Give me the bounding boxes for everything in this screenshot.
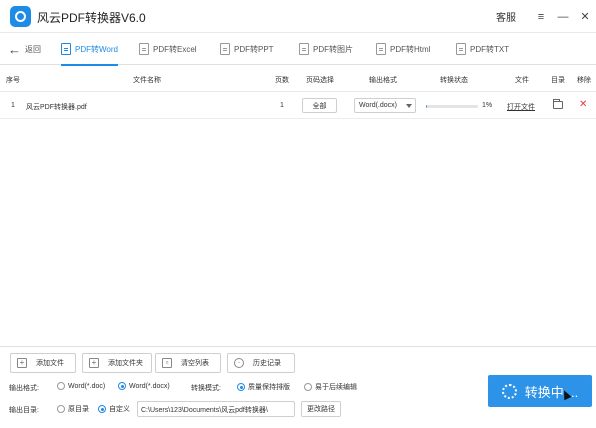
header-index: 序号 [6, 77, 20, 84]
row-index: 1 [11, 102, 15, 109]
row-pages: 1 [280, 102, 284, 109]
title-bar: 风云PDF转换器V6.0 客服 ≡ — ✕ [0, 0, 596, 33]
header-filename: 文件名称 [133, 77, 161, 84]
divider [0, 346, 596, 347]
tab-label: PDF转PPT [234, 44, 274, 54]
folder-icon[interactable] [553, 99, 563, 109]
add-file-label: 添加文件 [36, 360, 64, 367]
radio-circle-selected [98, 405, 106, 413]
header-remove: 移除 [577, 77, 591, 84]
close-window-icon[interactable]: ✕ [574, 0, 596, 33]
header-file: 文件 [515, 77, 529, 84]
mode-edit-label: 易于后续编辑 [315, 384, 357, 391]
table-header: 序号 文件名称 页数 页码选择 输出格式 转换状态 文件 目录 移除 [0, 66, 596, 92]
customer-service-link[interactable]: 客服 [496, 9, 516, 24]
convert-label: 转换中 ... [524, 384, 579, 400]
format-value: Word(.docx) [359, 102, 397, 109]
tab-pdf-to-word[interactable]: PDF转Word [61, 33, 118, 66]
trash-icon: ▫ [162, 358, 172, 368]
tab-pdf-to-ppt[interactable]: PDF转PPT [220, 33, 274, 65]
app-logo-icon [10, 6, 31, 27]
tab-pdf-to-image[interactable]: PDF转图片 [299, 33, 353, 65]
tab-label: PDF转Html [390, 44, 431, 54]
ppt-doc-icon [220, 43, 230, 55]
tab-label: PDF转图片 [313, 44, 353, 54]
dir-custom-radio[interactable]: 自定义 [98, 404, 130, 414]
nav-bar: ← 返回 PDF转Word PDF转Excel PDF转PPT PDF转图片 P… [0, 33, 596, 66]
loading-spinner-icon [501, 383, 517, 399]
radio-circle [57, 405, 65, 413]
format-docx-label: Word(*.docx) [129, 382, 170, 390]
radio-circle-selected [237, 383, 245, 391]
add-file-icon: + [17, 358, 27, 368]
add-folder-label: 添加文件夹 [108, 360, 143, 367]
header-range: 页码选择 [306, 77, 334, 84]
dir-custom-label: 自定义 [109, 406, 130, 413]
output-path-input[interactable]: C:\Users\123\Documents\风云pdf转换器\ [137, 401, 295, 417]
tab-pdf-to-excel[interactable]: PDF转Excel [139, 33, 197, 65]
radio-circle [57, 382, 65, 390]
format-doc-label: Word(*.doc) [68, 382, 106, 390]
open-file-link[interactable]: 打开文件 [507, 102, 535, 112]
clock-icon: · [234, 358, 244, 368]
app-title: 风云PDF转换器V6.0 [37, 11, 146, 25]
row-filename: 风云PDF转换器.pdf [26, 104, 87, 111]
image-doc-icon [299, 43, 309, 55]
excel-doc-icon [139, 43, 149, 55]
tab-pdf-to-txt[interactable]: PDF转TXT [456, 33, 509, 65]
chevron-down-icon [406, 104, 412, 108]
convert-button[interactable]: 转换中 ... [488, 375, 592, 407]
tab-label: PDF转Word [75, 44, 118, 54]
menu-icon[interactable]: ≡ [530, 0, 552, 33]
conversion-progress-bar [426, 105, 478, 108]
tab-label: PDF转Excel [153, 44, 197, 54]
back-button[interactable]: ← 返回 [8, 42, 41, 57]
radio-circle [304, 383, 312, 391]
add-folder-button[interactable]: + 添加文件夹 [82, 353, 152, 373]
change-path-button[interactable]: 更改路径 [301, 401, 341, 417]
radio-circle-selected [118, 382, 126, 390]
dir-original-label: 原目录 [68, 406, 89, 413]
word-doc-icon [61, 43, 71, 55]
dir-original-radio[interactable]: 原目录 [57, 404, 89, 414]
add-folder-icon: + [89, 358, 99, 368]
remove-icon[interactable]: ✕ [579, 99, 587, 110]
format-doc-radio[interactable]: Word(*.doc) [57, 382, 105, 390]
header-folder: 目录 [551, 77, 565, 84]
minimize-icon[interactable]: — [552, 0, 574, 33]
html-doc-icon [376, 43, 386, 55]
output-dir-label: 输出目录: [9, 407, 39, 414]
conversion-mode-label: 转换模式: [191, 385, 221, 392]
mode-edit-radio[interactable]: 易于后续编辑 [304, 382, 357, 392]
tab-label: PDF转TXT [470, 44, 510, 54]
clear-list-button[interactable]: ▫ 清空列表 [155, 353, 221, 373]
format-docx-radio[interactable]: Word(*.docx) [118, 382, 170, 390]
mode-layout-label: 质量保持排版 [248, 384, 290, 391]
header-status: 转换状态 [440, 77, 468, 84]
header-pages: 页数 [275, 77, 289, 84]
clear-list-label: 清空列表 [181, 360, 209, 367]
progress-fill [426, 105, 428, 108]
history-label: 历史记录 [253, 360, 281, 367]
output-format-label: 输出格式: [9, 385, 39, 392]
back-arrow-icon: ← [8, 42, 21, 57]
add-file-button[interactable]: + 添加文件 [10, 353, 76, 373]
output-format-select[interactable]: Word(.docx) [354, 98, 416, 113]
back-label: 返回 [25, 45, 41, 54]
page-range-button[interactable]: 全部 [302, 98, 337, 113]
tab-pdf-to-html[interactable]: PDF转Html [376, 33, 430, 65]
history-button[interactable]: · 历史记录 [227, 353, 295, 373]
table-row: 1 风云PDF转换器.pdf 1 全部 Word(.docx) 1% 打开文件 … [0, 93, 596, 119]
txt-doc-icon [456, 43, 466, 55]
progress-text: 1% [482, 102, 493, 109]
mode-layout-radio[interactable]: 质量保持排版 [237, 382, 290, 392]
header-format: 输出格式 [369, 77, 397, 84]
